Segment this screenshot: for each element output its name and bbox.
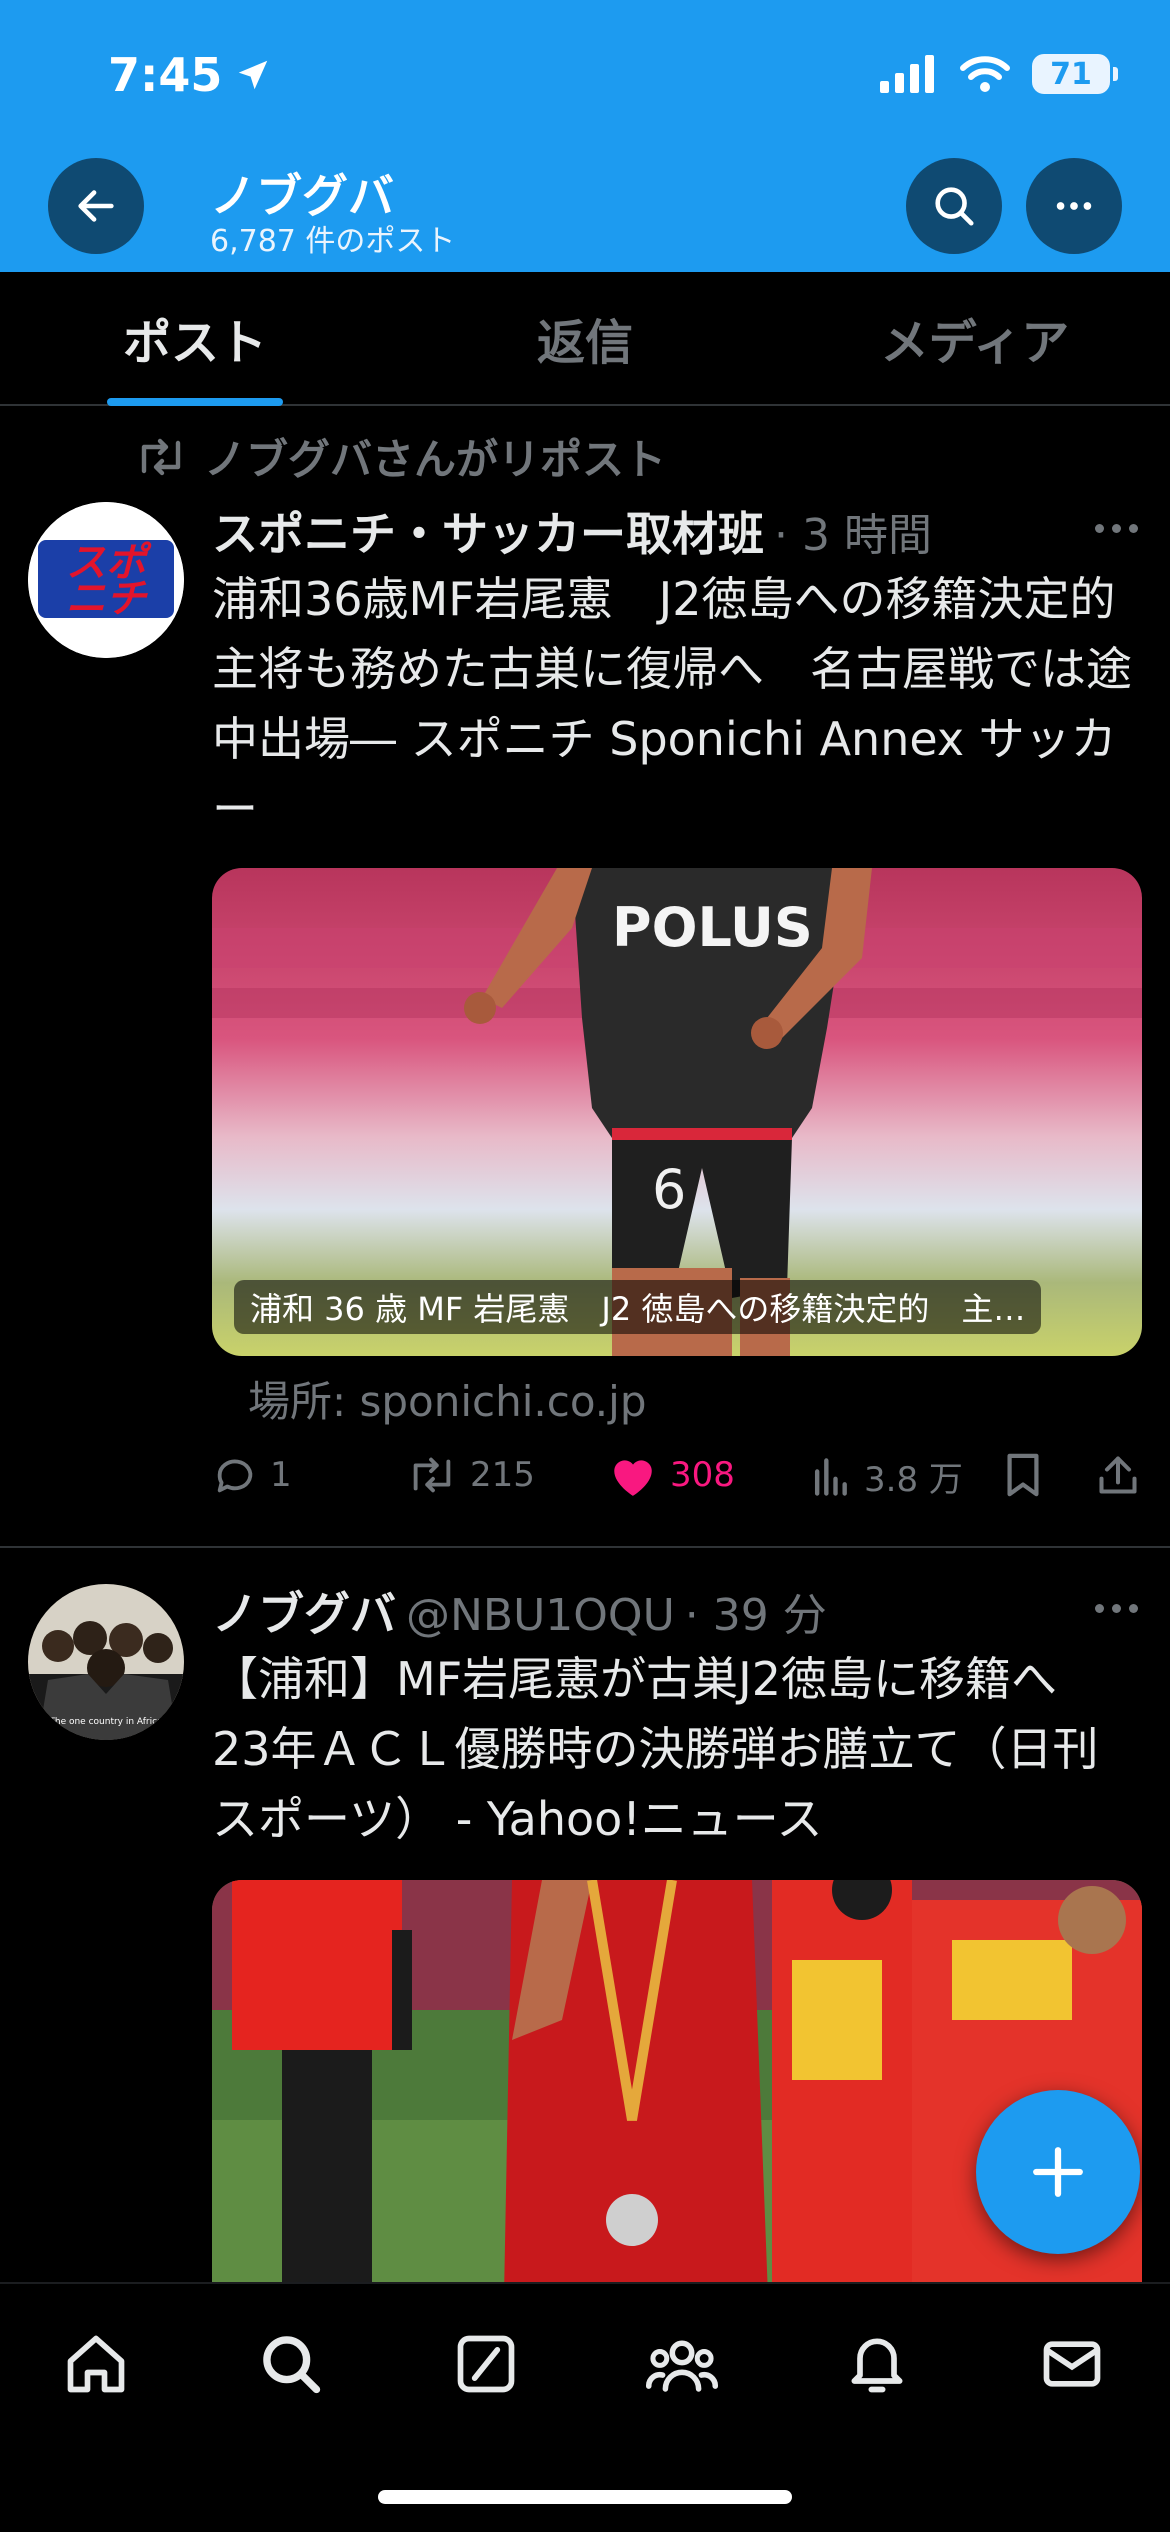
jersey-number: 6 [652,1158,686,1221]
post-text: 浦和36歳MF岩尾憲 J2徳島への移籍決定的 主将も務めた古巣に復帰へ 名古屋戦… [212,572,1162,836]
avatar-caption: The one country in Africa [48,1717,162,1727]
repost-count: 215 [470,1455,535,1495]
link-source[interactable]: 場所: sponichi.co.jp [248,1368,647,1429]
bookmark-button[interactable] [1002,1452,1044,1498]
arrow-left-icon [78,190,114,222]
nav-notifications[interactable] [837,2324,917,2404]
status-bar-time: 7:45 [108,48,272,102]
dot-icon [1129,1604,1138,1613]
heart-filled-icon [614,1460,652,1496]
plus-icon [1033,2147,1083,2197]
sponichi-logo: スポ ニチ [28,502,184,658]
post-time: · 39 分 [684,1590,827,1641]
nav-grok[interactable] [446,2324,526,2404]
post-header: スポニチ・サッカー取材班 · 3 時間 [212,498,932,564]
post-header: ノブグバ @NBU1OQU · 39 分 [212,1578,827,1644]
nav-search[interactable] [251,2324,331,2404]
nav-home[interactable] [56,2324,136,2404]
grok-icon [457,2335,515,2393]
author-name[interactable]: スポニチ・サッカー取材班 [212,498,764,564]
wifi-icon [960,56,1010,92]
search-icon [263,2336,321,2394]
reply-icon [217,1459,253,1493]
link-card[interactable]: POLUS 6 浦和 36 歳 MF 岩尾憲 J2 徳島への移籍決定的 主… [212,868,1142,1356]
post-more-button[interactable] [1095,524,1138,533]
post-time: · 3 時間 [774,510,932,561]
post-text: 【浦和】MF岩尾憲が古巣J2徳島に移籍へ 23年ＡＣＬ優勝時の決勝弾お膳立て（日… [212,1652,1103,1846]
views-button[interactable]: 3.8 万 [808,1452,963,1501]
repost-icon [413,1457,451,1493]
home-icon [67,2335,125,2393]
views-chart-icon [814,1457,847,1496]
avatar-group-photo: The one country in Africa [28,1584,184,1740]
battery-indicator: 71 [1032,54,1118,94]
post-more-button[interactable] [1095,1604,1138,1613]
cellular-signal-icon [880,55,934,93]
repost-indicator: ノブグバさんがリポスト [134,426,666,487]
jersey-sponsor: POLUS [612,896,813,959]
tab-replies[interactable]: 返信 [390,272,780,404]
tab-posts[interactable]: ポスト [0,272,390,404]
dot-icon [1112,1604,1121,1613]
author-name[interactable]: ノブグバ [212,1578,396,1644]
avatar[interactable]: The one country in Africa [28,1584,184,1740]
post-count: 6,787 件のポスト [210,224,456,259]
repost-icon [141,438,181,475]
view-count: 3.8 万 [864,1460,963,1500]
back-button[interactable] [48,158,144,254]
communities-icon [646,2340,718,2392]
tab-media[interactable]: メディア [780,272,1170,404]
clock-text: 7:45 [108,48,223,102]
post-actions: 1 215 308 3.8 万 [212,1452,1152,1512]
nav-messages[interactable] [1032,2324,1112,2404]
home-indicator[interactable] [378,2490,792,2504]
repost-label: ノブグバさんがリポスト [204,435,667,484]
reply-button[interactable]: 1 [212,1452,292,1498]
like-count: 308 [670,1455,735,1495]
author-handle[interactable]: @NBU1OQU [406,1590,675,1641]
like-button[interactable]: 308 [608,1452,735,1498]
dot-icon [1112,524,1121,533]
repost-button[interactable]: 215 [406,1452,535,1498]
bell-icon [851,2338,903,2393]
reply-count: 1 [270,1455,292,1495]
share-button[interactable] [1096,1452,1140,1498]
avatar-logo-line2: ニチ [66,576,148,622]
search-button[interactable] [906,158,1002,254]
share-icon [1099,1456,1137,1494]
battery-level: 71 [1050,56,1092,92]
more-options-button[interactable] [1026,158,1122,254]
card-caption: 浦和 36 歳 MF 岩尾憲 J2 徳島への移籍決定的 主… [234,1280,1042,1334]
profile-tabs: ポスト 返信 メディア [0,272,1170,406]
avatar[interactable]: スポ ニチ [28,502,184,658]
nav-communities[interactable] [642,2324,722,2404]
mail-icon [1043,2341,1101,2387]
dot-icon [1129,524,1138,533]
profile-header: 7:45 71 ノブグバ 6,787 件のポスト [0,0,1170,272]
dot-icon [1095,1604,1104,1613]
ellipsis-icon [1056,202,1092,210]
status-bar-icons: 71 [880,54,1118,94]
compose-post-button[interactable] [976,2090,1140,2254]
post-sponichi[interactable]: ノブグバさんがリポスト スポ ニチ スポニチ・サッカー取材班 · 3 時間 浦和… [0,406,1170,1546]
bookmark-icon [1007,1453,1039,1497]
dot-icon [1095,524,1104,533]
location-arrow-icon [239,60,268,90]
search-icon [935,187,974,226]
